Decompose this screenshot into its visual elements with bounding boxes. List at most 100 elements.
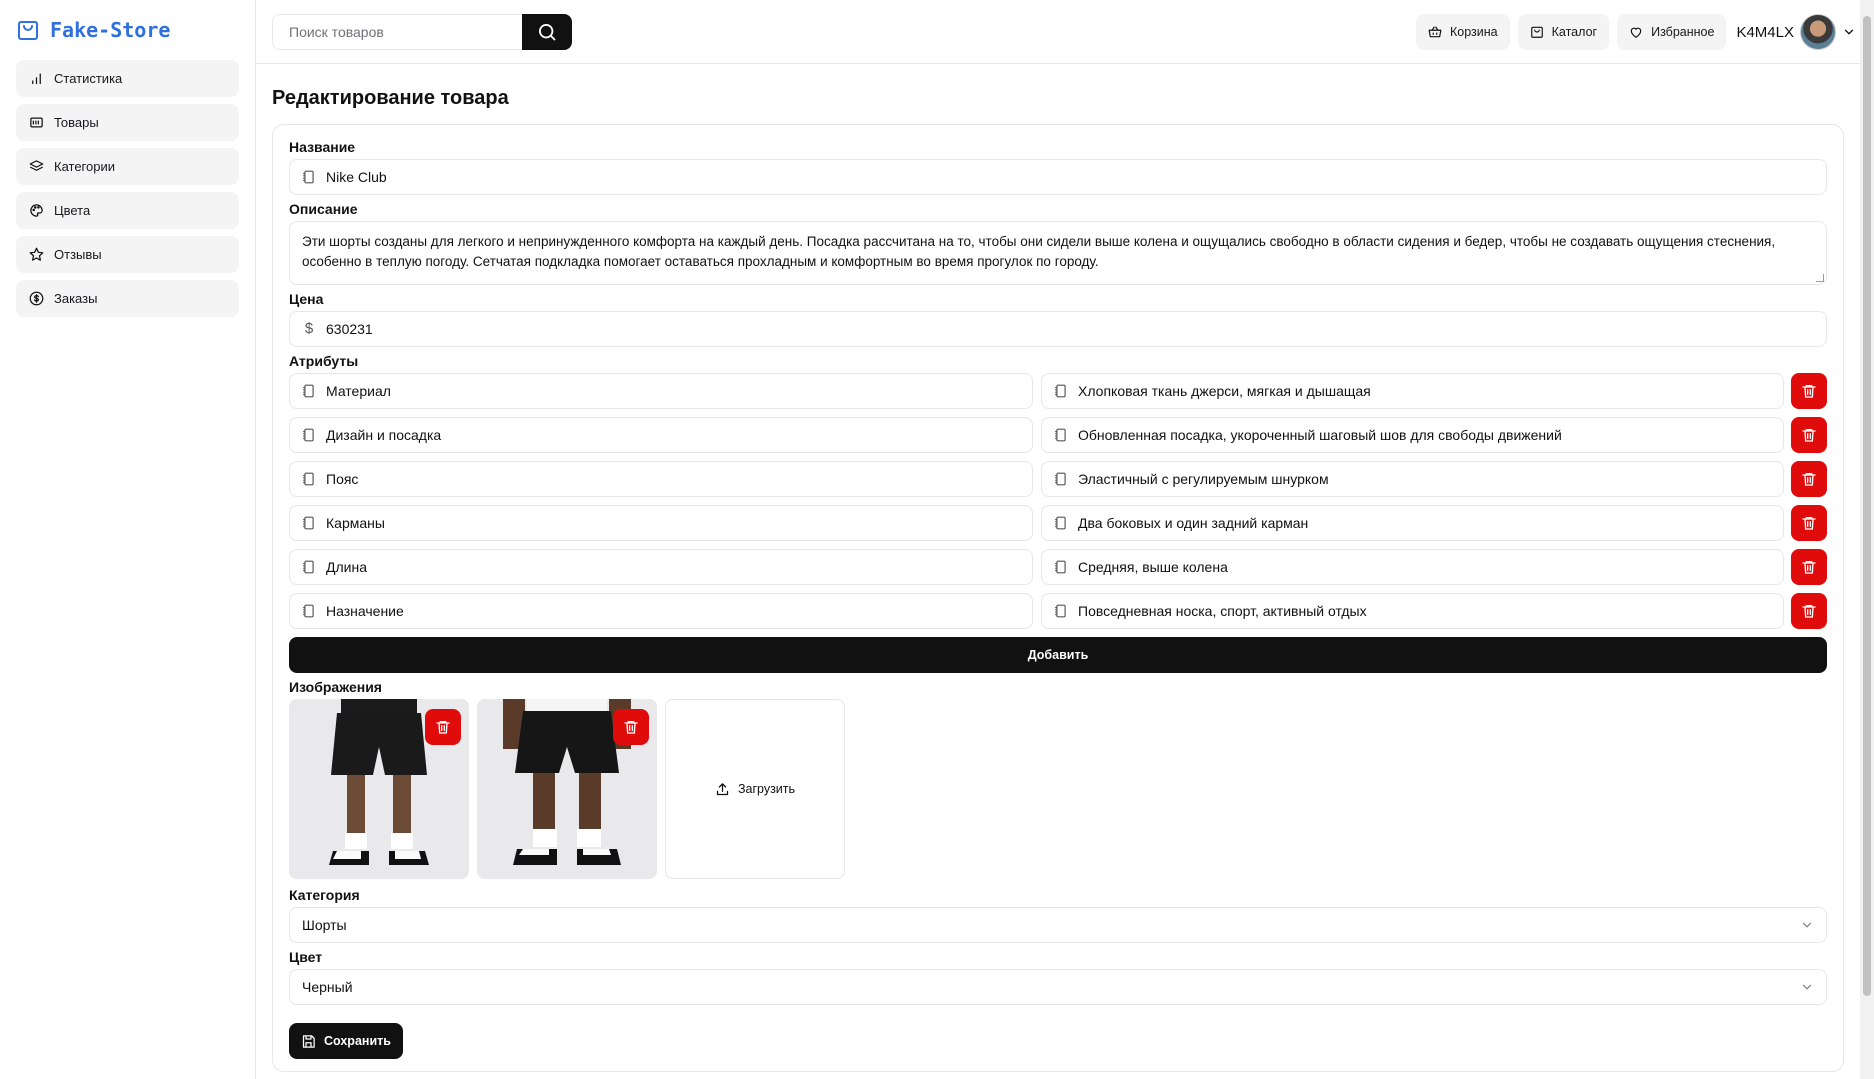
attribute-value-field[interactable]: Повседневная носка, спорт, активный отды… (1041, 593, 1784, 629)
attribute-row: Карманы Два боковых и один задний карман (289, 505, 1827, 541)
attribute-key: Дизайн и посадка (326, 427, 442, 443)
delete-attribute-button[interactable] (1791, 549, 1827, 585)
trash-icon (624, 721, 638, 734)
sidebar-item-label: Заказы (54, 291, 98, 306)
star-icon (29, 247, 44, 261)
attribute-key: Пояс (326, 471, 359, 487)
attribute-value-field[interactable]: Два боковых и один задний карман (1041, 505, 1784, 541)
category-value: Шорты (302, 917, 347, 933)
attribute-key-field[interactable]: Назначение (289, 593, 1033, 629)
trash-icon (1802, 561, 1816, 574)
cart-button[interactable]: Корзина (1416, 14, 1510, 50)
username: K4M4LX (1736, 23, 1794, 41)
notebook-icon (303, 560, 314, 574)
name-value: Nike Club (326, 169, 387, 185)
user-menu[interactable]: K4M4LX (1736, 14, 1856, 50)
description-field[interactable]: Эти шорты созданы для легкого и непринуж… (289, 221, 1827, 285)
notebook-icon (303, 604, 314, 618)
sidebar: Fake-Store Статистика Товары Категории Ц… (0, 0, 256, 1079)
attribute-value-field[interactable]: Эластичный с регулируемым шнурком (1041, 461, 1784, 497)
delete-attribute-button[interactable] (1791, 461, 1827, 497)
attribute-key: Назначение (326, 603, 404, 619)
sidebar-item-label: Цвета (54, 203, 91, 218)
product-image-thumbnail[interactable] (289, 699, 469, 879)
attribute-value-field[interactable]: Средняя, выше колена (1041, 549, 1784, 585)
top-header: Корзина Каталог Избранное K4M4LX (256, 0, 1860, 64)
attribute-value: Хлопковая ткань джерси, мягкая и дышащая (1078, 383, 1371, 399)
attribute-key-field[interactable]: Длина (289, 549, 1033, 585)
save-button[interactable]: Сохранить (289, 1023, 403, 1059)
layers-icon (29, 160, 44, 171)
category-label: Категория (289, 887, 360, 903)
attribute-value-field[interactable]: Обновленная посадка, укороченный шаговый… (1041, 417, 1784, 453)
bar-chart-icon (32, 73, 41, 85)
delete-attribute-button[interactable] (1791, 593, 1827, 629)
sidebar-item-colors[interactable]: Цвета (16, 192, 239, 229)
notebook-icon (1055, 472, 1066, 486)
delete-image-button[interactable] (613, 709, 649, 745)
sidebar-item-categories[interactable]: Категории (16, 148, 239, 185)
favorites-button[interactable]: Избранное (1617, 14, 1727, 50)
trash-icon (1802, 517, 1816, 530)
notebook-icon (303, 170, 314, 184)
notebook-icon (303, 516, 314, 530)
trash-icon (436, 721, 450, 734)
attribute-row: Материал Хлопковая ткань джерси, мягкая … (289, 373, 1827, 409)
attribute-key-field[interactable]: Пояс (289, 461, 1033, 497)
notebook-icon (1055, 516, 1066, 530)
sidebar-item-orders[interactable]: Заказы (16, 280, 239, 317)
attribute-value-field[interactable]: Хлопковая ткань джерси, мягкая и дышащая (1041, 373, 1784, 409)
page-scrollbar[interactable] (1860, 0, 1874, 1079)
sidebar-item-products[interactable]: Товары (16, 104, 239, 141)
catalog-label: Каталог (1551, 25, 1598, 39)
sidebar-item-reviews[interactable]: Отзывы (16, 236, 239, 273)
search-bar (272, 14, 572, 50)
color-label: Цвет (289, 949, 323, 965)
favorites-label: Избранное (1651, 25, 1715, 39)
attribute-value: Повседневная носка, спорт, активный отды… (1078, 603, 1367, 619)
attribute-key-field[interactable]: Дизайн и посадка (289, 417, 1033, 453)
catalog-button[interactable]: Каталог (1517, 14, 1610, 50)
scrollbar-thumb[interactable] (1863, 16, 1871, 996)
avatar (1800, 14, 1836, 50)
attribute-value: Средняя, выше колена (1078, 559, 1228, 575)
name-field[interactable]: Nike Club (289, 159, 1827, 195)
delete-attribute-button[interactable] (1791, 373, 1827, 409)
edit-product-form: Название Nike Club Описание Эти шорты со… (272, 124, 1844, 1072)
attribute-key-field[interactable]: Материал (289, 373, 1033, 409)
delete-attribute-button[interactable] (1791, 505, 1827, 541)
sidebar-item-label: Статистика (54, 71, 123, 86)
brand-logo[interactable]: Fake-Store (0, 0, 255, 60)
attribute-key: Длина (326, 559, 367, 575)
attribute-key-field[interactable]: Карманы (289, 505, 1033, 541)
delete-attribute-button[interactable] (1791, 417, 1827, 453)
notebook-icon (1055, 560, 1066, 574)
resize-handle[interactable] (1816, 274, 1824, 282)
brand-name: Fake-Store (50, 18, 171, 42)
attributes-label: Атрибуты (289, 353, 359, 369)
sidebar-item-label: Товары (54, 115, 99, 130)
main-content: Редактирование товара Название Nike Club… (272, 64, 1844, 1072)
palette-icon (30, 204, 43, 217)
attribute-row: Пояс Эластичный с регулируемым шнурком (289, 461, 1827, 497)
delete-image-button[interactable] (425, 709, 461, 745)
attribute-row: Длина Средняя, выше колена (289, 549, 1827, 585)
upload-image-button[interactable]: Загрузить (665, 699, 845, 879)
category-select[interactable]: Шорты (289, 907, 1827, 943)
search-icon (539, 24, 556, 41)
dollar-sign-icon: $ (304, 320, 314, 337)
search-input[interactable] (272, 14, 522, 50)
color-value: Черный (302, 979, 353, 995)
color-select[interactable]: Черный (289, 969, 1827, 1005)
search-button[interactable] (522, 14, 572, 50)
add-attribute-button[interactable]: Добавить (289, 637, 1827, 673)
price-field[interactable]: $ 630231 (289, 311, 1827, 347)
header-actions: Корзина Каталог Избранное K4M4LX (1416, 14, 1856, 50)
trash-icon (1802, 473, 1816, 486)
sidebar-item-statistics[interactable]: Статистика (16, 60, 239, 97)
price-value: 630231 (326, 321, 373, 337)
sidebar-item-label: Категории (54, 159, 115, 174)
product-image-thumbnail[interactable] (477, 699, 657, 879)
notebook-icon (1055, 428, 1066, 442)
name-label: Название (289, 139, 356, 155)
